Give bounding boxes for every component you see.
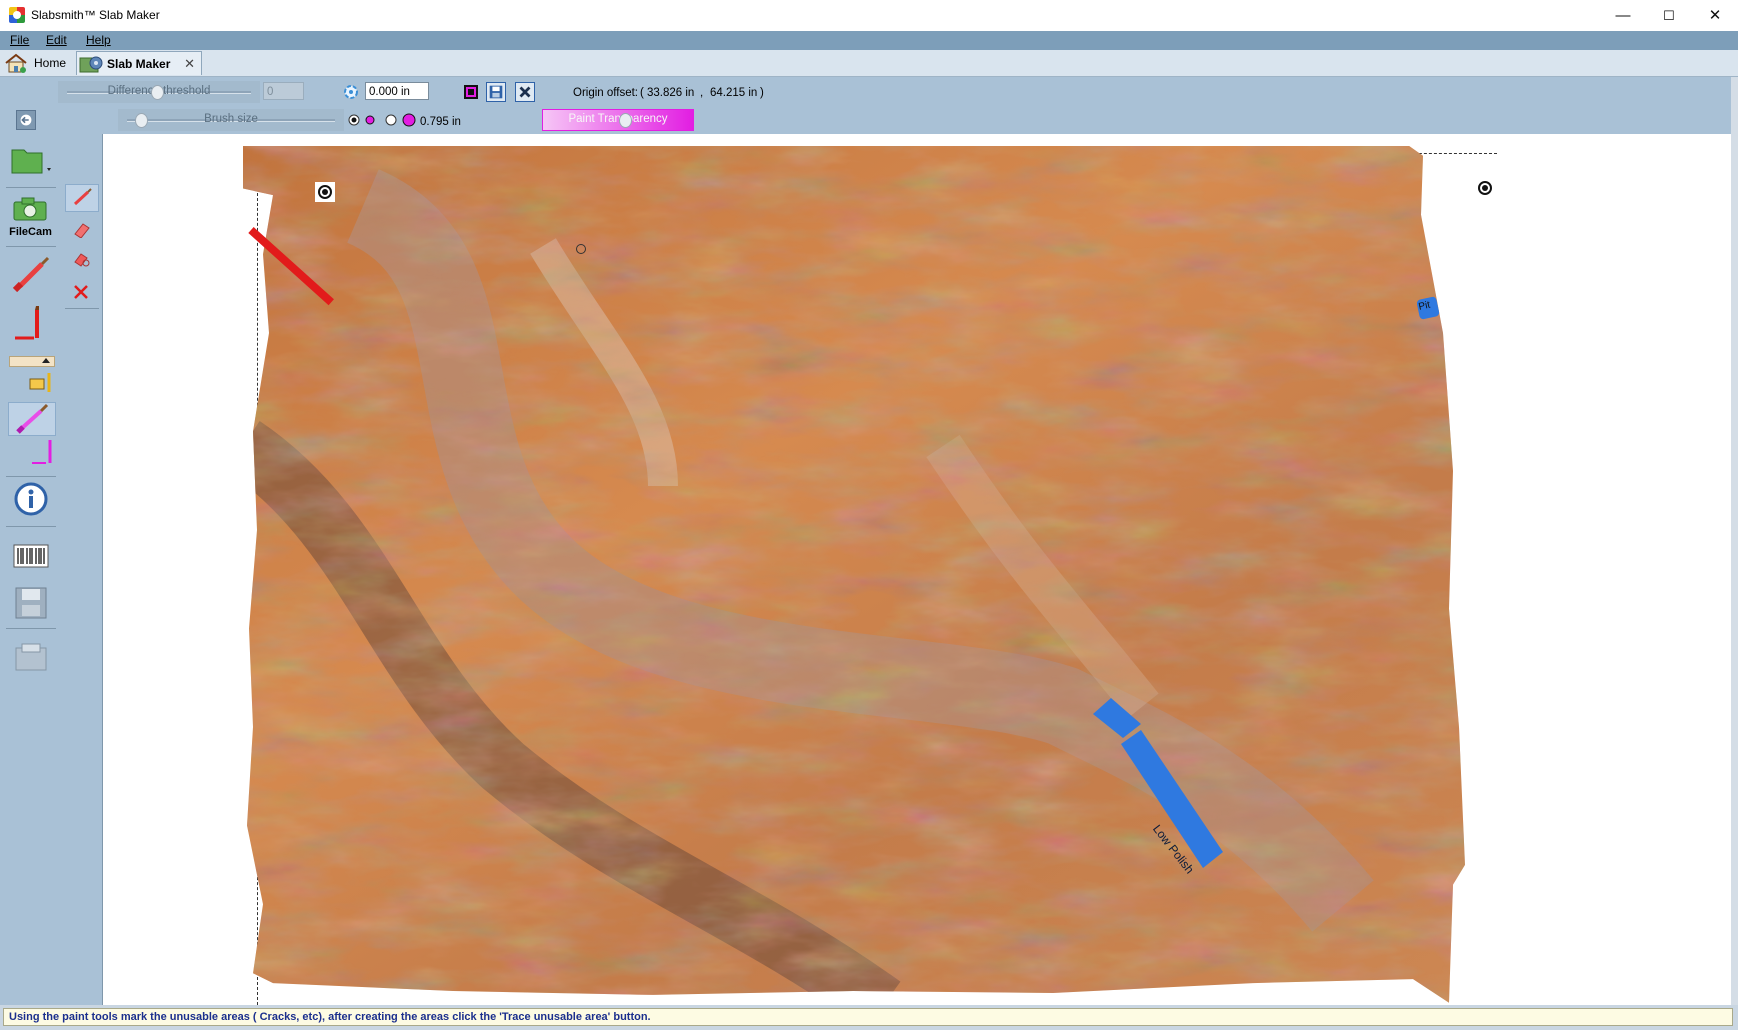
toolbar-secondary: Brush size 0.795 in Paint Transparency (0, 106, 1738, 134)
offset-input[interactable]: 0.000 in (365, 82, 429, 100)
clear-icon[interactable] (515, 82, 535, 102)
info-icon[interactable] (14, 482, 48, 516)
slider-knob[interactable] (619, 113, 632, 128)
reference-target-icon[interactable] (1475, 178, 1495, 198)
brush-size-slider[interactable]: Brush size (118, 109, 344, 131)
maximize-button[interactable]: ☐ (1646, 0, 1692, 31)
status-bar: Using the paint tools mark the unusable … (0, 1005, 1738, 1030)
slab-canvas[interactable]: Pit Low Polish (103, 136, 1731, 1005)
open-folder-icon[interactable] (10, 144, 54, 176)
delete-icon[interactable] (71, 282, 91, 302)
brush-size-label: Brush size (204, 113, 258, 125)
menu-bar: File Edit Help (0, 31, 1738, 50)
filecam-label[interactable]: FileCam (0, 226, 61, 238)
origin-offset-y: 64.215 in (710, 87, 758, 99)
paint-transparency-label: Paint Transparency (568, 113, 668, 125)
origin-marker (576, 244, 586, 254)
paint-transparency-slider[interactable]: Paint Transparency (542, 109, 694, 131)
tab-bar: Home Slab Maker ✕ (0, 50, 1738, 77)
window-title: Slabsmith™ Slab Maker (31, 8, 160, 22)
menu-file[interactable]: File (10, 33, 29, 47)
tab-slab-maker-label: Slab Maker (107, 56, 171, 71)
home-icon (5, 53, 27, 73)
pit-label: Pit (1417, 299, 1432, 313)
small-dot-icon (365, 115, 375, 125)
paint-tool-panel (61, 134, 103, 1006)
large-dot-icon (402, 113, 416, 127)
origin-offset-label: Origin offset: (573, 87, 638, 99)
origin-offset-x: 33.826 in (647, 87, 695, 99)
menu-help[interactable]: Help (86, 33, 111, 47)
paint-brush-icon[interactable] (12, 256, 52, 292)
toolbar-primary: Difference threshold 0 0.000 in Origin o… (0, 77, 1738, 106)
status-message: Using the paint tools mark the unusable … (3, 1008, 1733, 1026)
tab-home-label: Home (34, 55, 67, 70)
difference-threshold-input[interactable]: 0 (263, 82, 304, 100)
barcode-icon[interactable] (13, 544, 49, 568)
brush-size-value: 0.795 in (420, 116, 461, 128)
app-logo-icon (9, 7, 25, 23)
camera-icon[interactable] (12, 196, 48, 222)
red-pencil-line-icon[interactable] (12, 304, 46, 344)
rotate-offset-icon[interactable] (341, 82, 361, 102)
gear-icon (79, 56, 103, 72)
difference-threshold-slider[interactable]: Difference threshold (58, 81, 260, 103)
paint-tool-button[interactable] (65, 184, 99, 212)
slider-knob[interactable] (151, 85, 164, 100)
left-tool-panel: FileCam (0, 134, 61, 1006)
area-eraser-icon[interactable] (71, 250, 93, 268)
slider-knob[interactable] (135, 113, 148, 128)
save-all-icon[interactable] (14, 642, 48, 672)
paint-brush-magenta-button[interactable] (8, 402, 56, 436)
menu-edit[interactable]: Edit (46, 33, 67, 47)
tab-close-button[interactable]: ✕ (184, 56, 195, 72)
tab-slab-maker[interactable]: Slab Maker ✕ (76, 51, 202, 75)
collapse-bar[interactable] (9, 356, 55, 367)
tab-home[interactable]: Home (4, 51, 74, 74)
low-polish-mark[interactable] (1083, 692, 1243, 882)
pit-mark[interactable]: Pit (1416, 296, 1440, 320)
camera-pencil-icon[interactable] (28, 370, 54, 396)
vertical-scrollbar[interactable] (1731, 77, 1738, 1005)
minimize-button[interactable]: — (1600, 0, 1646, 31)
reference-target-icon[interactable] (315, 182, 335, 202)
slab-image (243, 146, 1465, 1003)
title-bar: Slabsmith™ Slab Maker — ☐ ✕ (0, 0, 1738, 31)
magenta-pencil-line-icon[interactable] (30, 437, 56, 467)
select-area-icon[interactable] (461, 82, 481, 102)
eraser-icon[interactable] (71, 220, 93, 238)
save-disk-icon[interactable] (14, 586, 48, 620)
close-window-button[interactable]: ✕ (1692, 0, 1738, 31)
save-icon[interactable] (486, 82, 506, 102)
small-brush-icon (73, 188, 92, 206)
magenta-brush-icon (16, 403, 49, 434)
back-arrow-icon[interactable] (16, 110, 36, 130)
